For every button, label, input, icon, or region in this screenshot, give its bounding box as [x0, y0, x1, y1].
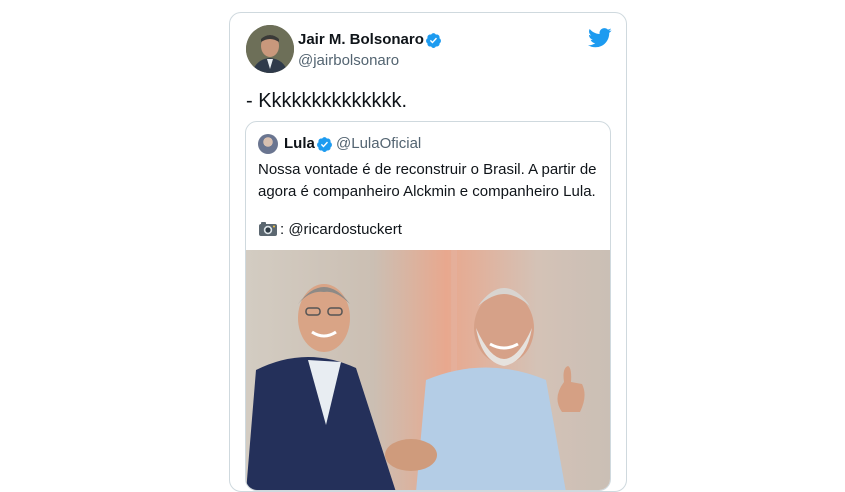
camera-icon — [258, 221, 278, 243]
quoted-tweet-text: Nossa vontade é de reconstruir o Brasil.… — [258, 161, 597, 200]
quoted-tweet[interactable]: Lula @LulaOficial Nossa vontade é de rec… — [245, 121, 611, 491]
quoted-tweet-photo[interactable] — [246, 250, 610, 490]
twitter-bird-icon[interactable] — [588, 28, 612, 53]
tweet-text: - Kkkkkkkkkkkkkk. — [246, 90, 408, 112]
author-avatar[interactable] — [246, 25, 294, 73]
quoted-author-name[interactable]: Lula — [284, 134, 315, 154]
photo-credit: : @ricardostuckert — [258, 220, 402, 243]
quoted-author-avatar[interactable] — [258, 134, 278, 154]
quoted-author-handle[interactable]: @LulaOficial — [336, 134, 421, 154]
verified-badge-icon — [316, 136, 333, 158]
verified-badge-icon — [425, 32, 442, 54]
author-handle[interactable]: @jairbolsonaro — [298, 51, 399, 71]
photo-credit-text[interactable]: : @ricardostuckert — [280, 221, 402, 238]
avatar-portrait — [246, 25, 294, 73]
author-name[interactable]: Jair M. Bolsonaro — [298, 30, 424, 50]
